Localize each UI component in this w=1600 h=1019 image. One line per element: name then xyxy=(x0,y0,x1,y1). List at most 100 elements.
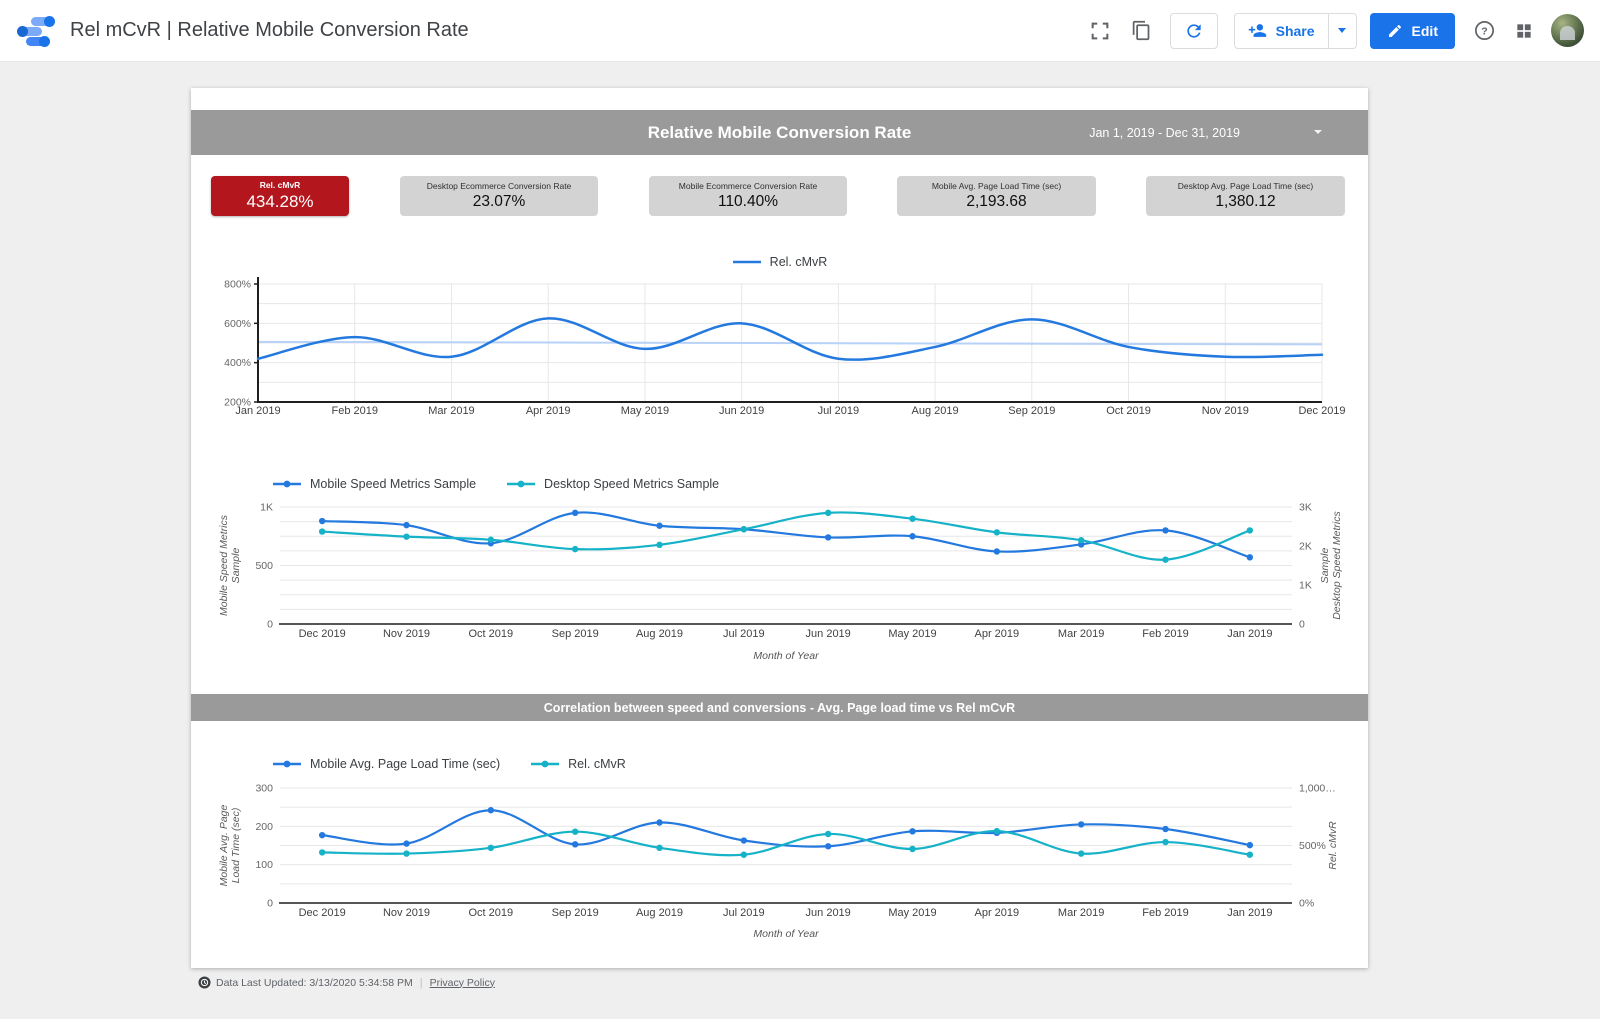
legend-label: Rel. cMvR xyxy=(770,255,828,269)
report-canvas: Relative Mobile Conversion Rate Jan 1, 2… xyxy=(191,88,1368,968)
refresh-button[interactable] xyxy=(1170,13,1218,49)
scorecard-label: Desktop Ecommerce Conversion Rate xyxy=(427,181,572,191)
fullscreen-icon[interactable] xyxy=(1089,20,1111,42)
svg-text:Aug 2019: Aug 2019 xyxy=(636,628,683,640)
svg-text:Mar 2019: Mar 2019 xyxy=(428,405,474,417)
svg-text:400%: 400% xyxy=(224,357,251,369)
svg-text:2K: 2K xyxy=(1299,541,1312,553)
refresh-icon xyxy=(1184,21,1204,41)
svg-text:Jul 2019: Jul 2019 xyxy=(723,628,765,640)
person-add-icon xyxy=(1248,21,1267,40)
svg-text:Mar 2019: Mar 2019 xyxy=(1058,907,1104,919)
legend-label: Desktop Speed Metrics Sample xyxy=(544,477,719,491)
scorecard-desktop-cvr: Desktop Ecommerce Conversion Rate 23.07% xyxy=(400,176,598,216)
svg-text:Dec 2019: Dec 2019 xyxy=(299,628,346,640)
legend-item: Rel. cMvR xyxy=(530,757,626,771)
scorecard-value: 23.07% xyxy=(473,193,526,211)
report-title: Relative Mobile Conversion Rate xyxy=(648,123,912,143)
svg-text:Mobile Avg. Page: Mobile Avg. Page xyxy=(218,804,230,886)
svg-text:Sample: Sample xyxy=(1319,548,1331,584)
scorecard-label: Mobile Ecommerce Conversion Rate xyxy=(679,181,817,191)
data-freshness-icon xyxy=(198,976,211,989)
chart-legend: Mobile Avg. Page Load Time (sec) Rel. cMv… xyxy=(272,757,626,771)
rel-cmvr-line-chart[interactable]: 800%600%400%200%Jan 2019Feb 2019Mar 2019… xyxy=(211,273,1348,423)
scorecard-value: 434.28% xyxy=(246,192,313,212)
date-range-control[interactable]: Jan 1, 2019 - Dec 31, 2019 xyxy=(1089,110,1240,155)
scorecard-label: Rel. cMvR xyxy=(260,180,301,190)
svg-text:May 2019: May 2019 xyxy=(888,628,936,640)
svg-text:300: 300 xyxy=(255,783,273,795)
svg-text:Jan 2019: Jan 2019 xyxy=(235,405,280,417)
legend-item: Mobile Speed Metrics Sample xyxy=(272,477,476,491)
apps-grid-icon[interactable] xyxy=(1514,21,1534,41)
last-updated-text: Data Last Updated: 3/13/2020 5:34:58 PM xyxy=(216,977,413,989)
svg-text:Sep 2019: Sep 2019 xyxy=(552,628,599,640)
legend-label: Rel. cMvR xyxy=(568,757,626,771)
svg-text:Nov 2019: Nov 2019 xyxy=(1202,405,1249,417)
help-icon[interactable]: ? xyxy=(1473,19,1496,42)
svg-text:500%: 500% xyxy=(1299,840,1326,852)
share-dropdown-button[interactable] xyxy=(1329,28,1356,33)
legend-item: Desktop Speed Metrics Sample xyxy=(506,477,719,491)
svg-text:Month of Year: Month of Year xyxy=(753,650,819,662)
page-title: Rel mCvR | Relative Mobile Conversion Ra… xyxy=(70,19,469,42)
scorecard-label: Mobile Avg. Page Load Time (sec) xyxy=(932,181,1061,191)
svg-text:Month of Year: Month of Year xyxy=(753,928,819,940)
svg-text:Apr 2019: Apr 2019 xyxy=(975,628,1020,640)
share-button[interactable]: Share xyxy=(1234,13,1357,49)
svg-text:Oct 2019: Oct 2019 xyxy=(1106,405,1151,417)
svg-text:May 2019: May 2019 xyxy=(888,907,936,919)
svg-text:Jun 2019: Jun 2019 xyxy=(806,628,851,640)
svg-text:100: 100 xyxy=(255,859,273,871)
correlation-line-chart[interactable]: 30020010001,000…500%0%Dec 2019Nov 2019Oc… xyxy=(211,775,1348,950)
svg-text:Mar 2019: Mar 2019 xyxy=(1058,628,1104,640)
svg-text:Jun 2019: Jun 2019 xyxy=(806,907,851,919)
scorecard-label: Desktop Avg. Page Load Time (sec) xyxy=(1178,181,1313,191)
svg-text:Oct 2019: Oct 2019 xyxy=(469,628,514,640)
svg-text:Nov 2019: Nov 2019 xyxy=(383,628,430,640)
svg-text:Dec 2019: Dec 2019 xyxy=(299,907,346,919)
avatar[interactable] xyxy=(1551,14,1584,47)
svg-text:1K: 1K xyxy=(260,502,273,514)
legend-marker-icon xyxy=(272,479,302,489)
svg-text:0: 0 xyxy=(1299,619,1305,631)
svg-text:?: ? xyxy=(1481,25,1487,37)
scorecard-rel-cmvr: Rel. cMvR 434.28% xyxy=(211,176,349,216)
svg-text:Load Time (sec): Load Time (sec) xyxy=(230,808,242,884)
svg-text:Sep 2019: Sep 2019 xyxy=(1008,405,1055,417)
edit-button[interactable]: Edit xyxy=(1370,13,1455,49)
svg-text:600%: 600% xyxy=(224,318,251,330)
scorecard-value: 1,380.12 xyxy=(1215,193,1275,211)
svg-text:Aug 2019: Aug 2019 xyxy=(912,405,959,417)
legend-marker-icon xyxy=(530,759,560,769)
svg-text:Dec 2019: Dec 2019 xyxy=(1298,405,1345,417)
svg-text:3K: 3K xyxy=(1299,502,1312,514)
svg-text:0%: 0% xyxy=(1299,898,1314,910)
speed-metrics-line-chart[interactable]: 1K50003K2K1K0Dec 2019Nov 2019Oct 2019Sep… xyxy=(211,495,1348,670)
svg-text:Sample: Sample xyxy=(230,548,242,584)
svg-text:Feb 2019: Feb 2019 xyxy=(1142,628,1188,640)
privacy-policy-link[interactable]: Privacy Policy xyxy=(430,977,495,989)
app-header: Rel mCvR | Relative Mobile Conversion Ra… xyxy=(0,0,1600,62)
svg-text:Jul 2019: Jul 2019 xyxy=(818,405,860,417)
legend-marker-icon xyxy=(732,257,762,267)
footer-divider: | xyxy=(420,977,423,989)
svg-text:Jun 2019: Jun 2019 xyxy=(719,405,764,417)
chart-legend: Mobile Speed Metrics Sample Desktop Speed… xyxy=(272,477,719,491)
legend-marker-icon xyxy=(272,759,302,769)
report-title-bar: Relative Mobile Conversion Rate Jan 1, 2… xyxy=(191,110,1368,155)
section-title-bar: Correlation between speed and conversion… xyxy=(191,694,1368,721)
svg-text:Feb 2019: Feb 2019 xyxy=(1142,907,1188,919)
chart-legend: Rel. cMvR xyxy=(211,255,1348,269)
svg-text:Feb 2019: Feb 2019 xyxy=(331,405,377,417)
svg-text:Jul 2019: Jul 2019 xyxy=(723,907,765,919)
edit-label: Edit xyxy=(1412,23,1438,39)
legend-marker-icon xyxy=(506,479,536,489)
svg-text:1,000…: 1,000… xyxy=(1299,783,1336,795)
scorecard-mobile-load-time: Mobile Avg. Page Load Time (sec) 2,193.6… xyxy=(897,176,1096,216)
date-range-chevron-down-icon[interactable] xyxy=(1314,130,1322,134)
pages-copy-icon[interactable] xyxy=(1131,20,1152,41)
svg-text:Oct 2019: Oct 2019 xyxy=(469,907,514,919)
legend-item: Mobile Avg. Page Load Time (sec) xyxy=(272,757,500,771)
svg-text:500: 500 xyxy=(255,560,273,572)
